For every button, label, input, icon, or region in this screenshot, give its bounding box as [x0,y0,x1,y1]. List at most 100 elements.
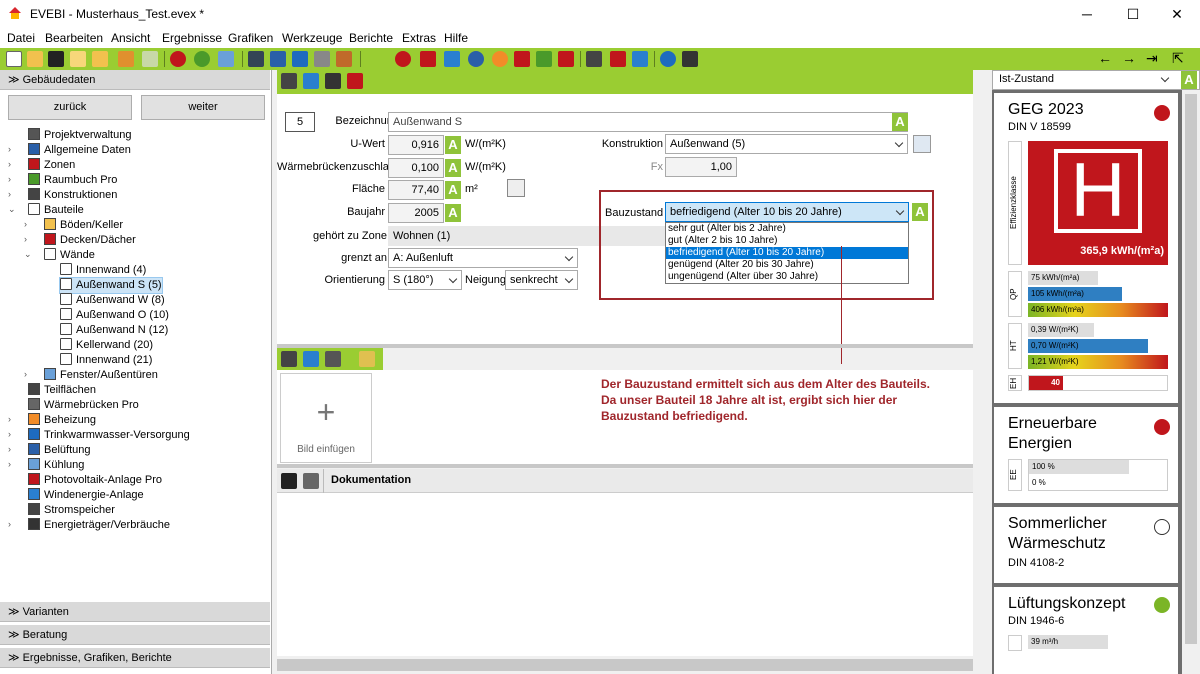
bezeichnung-a-badge[interactable]: A [892,113,908,131]
export-icon[interactable] [336,51,352,67]
tree-item-bauteile[interactable]: Bauteile [28,203,84,218]
uwert-a-badge[interactable]: A [445,136,461,154]
folder-export-icon[interactable] [92,51,108,67]
menu-ergebnisse[interactable]: Ergebnisse [162,31,222,45]
flame-icon[interactable] [514,51,530,67]
tree-item-innenwand-4[interactable]: Innenwand (4) [60,263,146,278]
menu-datei[interactable]: Datei [7,31,35,45]
calculator-icon[interactable] [682,51,698,67]
tree-expander-icon[interactable]: › [8,414,11,424]
sun-icon[interactable] [492,51,508,67]
help-icon[interactable] [660,51,676,67]
tree-item-energietraeger[interactable]: Energieträger/Verbräuche [28,518,170,533]
tree-expander-icon[interactable]: › [8,159,11,169]
green-house-icon[interactable] [536,51,552,67]
printer-icon[interactable] [325,73,341,89]
menu-ansicht[interactable]: Ansicht [111,31,150,45]
renewable-energy-card[interactable]: Erneuerbare Energien EE 100 % 0 % [994,407,1178,503]
table-icon[interactable] [248,51,264,67]
globe-icon[interactable] [468,51,484,67]
menu-grafiken[interactable]: Grafiken [228,31,273,45]
arrow-right-icon[interactable]: → [1122,50,1136,66]
tree-item-stromspeicher[interactable]: Stromspeicher [28,503,115,518]
panel-header-ergebnisse[interactable]: ≫ Ergebnisse, Grafiken, Berichte [0,648,270,668]
wand-icon[interactable] [218,51,234,67]
sort-icon[interactable] [281,73,297,89]
open-folder-icon[interactable] [27,51,43,67]
tree-expander-icon[interactable]: › [24,234,27,244]
tree-item-zonen[interactable]: Zonen [28,158,75,173]
tree-expander-icon[interactable]: › [8,174,11,184]
tree-item-kuehlung[interactable]: Kühlung [28,458,84,473]
tree-item-allgemeine-daten[interactable]: Allgemeine Daten [28,143,131,158]
neigung-dropdown[interactable]: senkrecht [505,270,578,290]
tree-item-konstruktionen[interactable]: Konstruktionen [28,188,117,203]
tree-item-aussenwand-s-5[interactable]: Außenwand S (5) [59,277,163,294]
horizontal-scrollbar[interactable] [277,656,973,674]
menu-extras[interactable]: Extras [402,31,436,45]
panel-right-icon[interactable]: ⇥ [1146,50,1158,67]
option-genuegend[interactable]: genügend (Alter 20 bis 30 Jahre) [666,259,908,271]
list-icon[interactable] [314,51,330,67]
save-icon[interactable] [48,51,64,67]
tree-item-fenster-aussentueren[interactable]: Fenster/Außentüren [44,368,158,383]
video-icon[interactable] [347,73,363,89]
tree-item-aussenwand-o-10[interactable]: Außenwand O (10) [60,308,169,323]
tree-expander-icon[interactable]: ⌄ [24,249,32,260]
state-a-badge[interactable]: A [1181,71,1197,89]
ventilation-concept-card[interactable]: Lüftungskonzept DIN 1946-6 39 m³/h [994,587,1178,674]
heating-icon[interactable] [395,51,411,67]
image-sort-icon[interactable] [325,351,341,367]
tree-item-windenergie[interactable]: Windenergie-Anlage [28,488,144,503]
uwert-input[interactable]: 0,916 [388,135,444,155]
tree-expander-icon[interactable]: › [24,369,27,379]
image-list-icon[interactable] [303,351,319,367]
tree-expander-icon[interactable]: ⌄ [8,204,16,215]
bauzustand-dropdown[interactable]: befriedigend (Alter 10 bis 20 Jahre) [665,202,909,222]
red-house-icon[interactable] [558,51,574,67]
panel-header-gebaeudedaten[interactable]: ≫ Gebäudedaten [0,70,270,90]
insert-image-button[interactable]: + Bild einfügen [280,373,372,463]
waermebruecken-a-badge[interactable]: A [445,159,461,177]
upload-icon[interactable] [632,51,648,67]
fx-input[interactable]: 1,00 [665,157,737,177]
panel-header-beratung[interactable]: ≫ Beratung [0,625,270,645]
copy-icon[interactable] [70,51,86,67]
tree-expander-icon[interactable]: › [8,144,11,154]
tree-item-projektverwaltung[interactable]: Projektverwaltung [28,128,131,143]
chart-icon[interactable] [270,51,286,67]
summer-protection-card[interactable]: Sommerlicher Wärmeschutz DIN 4108-2 [994,507,1178,583]
waermebruecken-input[interactable]: 0,100 [388,158,444,178]
option-gut[interactable]: gut (Alter 2 bis 10 Jahre) [666,235,908,247]
tree-item-photovoltaik[interactable]: Photovoltaik-Anlage Pro [28,473,162,488]
info-icon[interactable] [444,51,460,67]
tree-item-innenwand-21[interactable]: Innenwand (21) [60,353,152,368]
option-befriedigend[interactable]: befriedigend (Alter 10 bis 20 Jahre) [666,247,908,259]
baujahr-a-badge[interactable]: A [445,204,461,222]
menu-bearbeiten[interactable]: Bearbeiten [45,31,103,45]
baujahr-input[interactable]: 2005 [388,203,444,223]
scroll-thumb[interactable] [277,659,973,671]
close-button[interactable]: ✕ [1154,0,1200,28]
tree-item-raumbuch-pro[interactable]: Raumbuch Pro [28,173,117,188]
forward-button[interactable]: weiter [141,95,265,120]
tree-item-belueftung[interactable]: Belüftung [28,443,90,458]
tree-expander-icon[interactable]: › [8,444,11,454]
tree-item-decken-daecher[interactable]: Decken/Dächer [44,233,136,248]
minimize-button[interactable]: ─ [1064,0,1110,28]
option-sehr-gut[interactable]: sehr gut (Alter bis 2 Jahre) [666,223,908,235]
new-file-icon[interactable] [6,51,22,67]
tree-item-waende[interactable]: Wände [44,248,95,263]
redo-icon[interactable] [194,51,210,67]
tree-expander-icon[interactable]: › [24,219,27,229]
tree-expander-icon[interactable]: › [8,189,11,199]
bauzustand-a-badge[interactable]: A [912,203,928,221]
right-scrollbar[interactable] [1182,90,1200,674]
state-dropdown[interactable]: Ist-Zustand [995,70,1173,90]
option-ungenuegend[interactable]: ungenügend (Alter über 30 Jahre) [666,271,908,283]
sum-icon[interactable] [292,51,308,67]
report-icon[interactable] [586,51,602,67]
back-button[interactable]: zurück [8,95,132,120]
grenzt-dropdown[interactable]: A: Außenluft [388,248,578,268]
tree-item-trinkwarmwasser[interactable]: Trinkwarmwasser-Versorgung [28,428,190,443]
